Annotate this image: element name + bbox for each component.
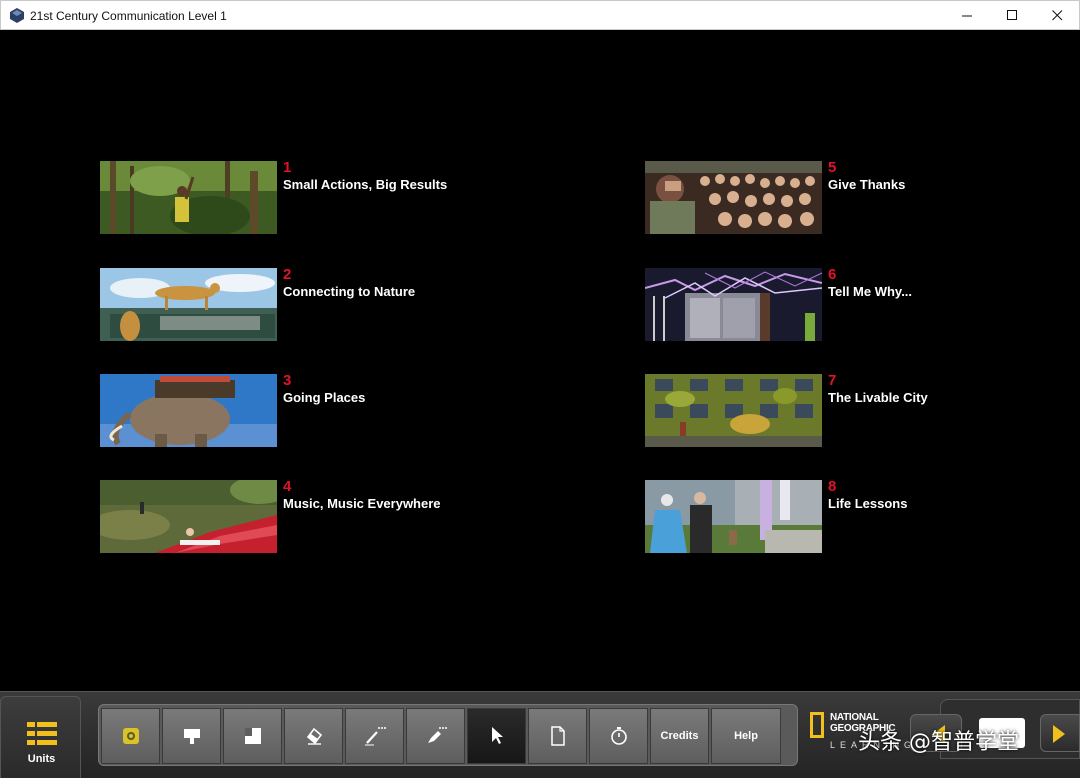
unit-number: 3 [283, 372, 292, 389]
unit-number: 1 [283, 159, 292, 176]
pointer-tool[interactable] [467, 708, 526, 764]
maximize-button[interactable] [989, 1, 1035, 30]
next-page-button[interactable] [1040, 714, 1080, 752]
unit-menu: 1 Small Actions, Big Results 2 Connectin… [1, 30, 1079, 691]
units-label: Units [27, 753, 56, 765]
tool-tray: Credits Help [98, 704, 798, 766]
highlighter-icon [427, 727, 447, 743]
screen-shade-icon [183, 729, 200, 744]
unit-number: 6 [828, 266, 837, 283]
pencil-tool[interactable] [345, 708, 404, 764]
unit-7-thumbnail [645, 374, 822, 447]
spotlight-tool[interactable] [101, 708, 160, 764]
timer-icon [610, 727, 627, 745]
eraser-icon [306, 727, 322, 745]
unit-1-link[interactable]: 1 Small Actions, Big Results [100, 159, 460, 236]
unit-1-thumbnail [100, 161, 277, 234]
unit-title: Life Lessons [828, 496, 908, 511]
window-title: 21st Century Communication Level 1 [30, 9, 227, 23]
unit-number: 8 [828, 478, 837, 495]
arrow-right-icon [1053, 725, 1065, 743]
unit-title: Music, Music Everywhere [283, 496, 441, 511]
page-icon [550, 726, 565, 746]
timer-tool[interactable] [589, 708, 648, 764]
units-button[interactable]: Units [0, 696, 81, 778]
unit-5-link[interactable]: 5 Give Thanks [645, 159, 1005, 236]
help-label: Help [734, 730, 758, 742]
unit-2-thumbnail [100, 268, 277, 341]
unit-4-link[interactable]: 4 Music, Music Everywhere [100, 478, 460, 555]
credits-button[interactable]: Credits [650, 708, 709, 764]
page-tool[interactable] [528, 708, 587, 764]
unit-title: Connecting to Nature [283, 284, 416, 299]
reveal-icon [244, 728, 261, 744]
minimize-button[interactable] [944, 1, 990, 30]
unit-number: 4 [283, 478, 292, 495]
unit-8-thumbnail [645, 480, 822, 553]
unit-6-link[interactable]: 6 Tell Me Why... [645, 266, 1005, 343]
unit-title: Give Thanks [828, 177, 906, 192]
app-icon [10, 8, 24, 23]
unit-3-thumbnail [100, 374, 277, 447]
close-button[interactable] [1034, 1, 1080, 30]
unit-6-thumbnail [645, 268, 822, 341]
unit-title: Going Places [283, 390, 366, 405]
unit-number: 5 [828, 159, 837, 176]
unit-5-thumbnail [645, 161, 822, 234]
help-button[interactable]: Help [711, 708, 781, 764]
unit-7-link[interactable]: 7 The Livable City [645, 372, 1005, 449]
pointer-icon [491, 727, 503, 744]
highlighter-tool[interactable] [406, 708, 465, 764]
watermark-text: 头条 @智普学堂 [858, 730, 1019, 755]
unit-number: 2 [283, 266, 292, 283]
spotlight-icon [122, 728, 139, 744]
unit-8-link[interactable]: 8 Life Lessons [645, 478, 1005, 555]
eraser-tool[interactable] [284, 708, 343, 764]
pencil-icon [364, 727, 386, 746]
window-titlebar: 21st Century Communication Level 1 [0, 0, 1080, 30]
screen-shade-tool[interactable] [162, 708, 221, 764]
yellow-border-icon [810, 712, 824, 738]
reveal-tool[interactable] [223, 708, 282, 764]
unit-3-link[interactable]: 3 Going Places [100, 372, 460, 449]
units-grid-icon [27, 722, 57, 745]
credits-label: Credits [660, 730, 699, 742]
unit-2-link[interactable]: 2 Connecting to Nature [100, 266, 460, 343]
unit-title: The Livable City [828, 390, 928, 405]
unit-4-thumbnail [100, 480, 277, 553]
unit-title: Small Actions, Big Results [283, 177, 448, 192]
unit-number: 7 [828, 372, 837, 389]
unit-title: Tell Me Why... [828, 284, 913, 299]
